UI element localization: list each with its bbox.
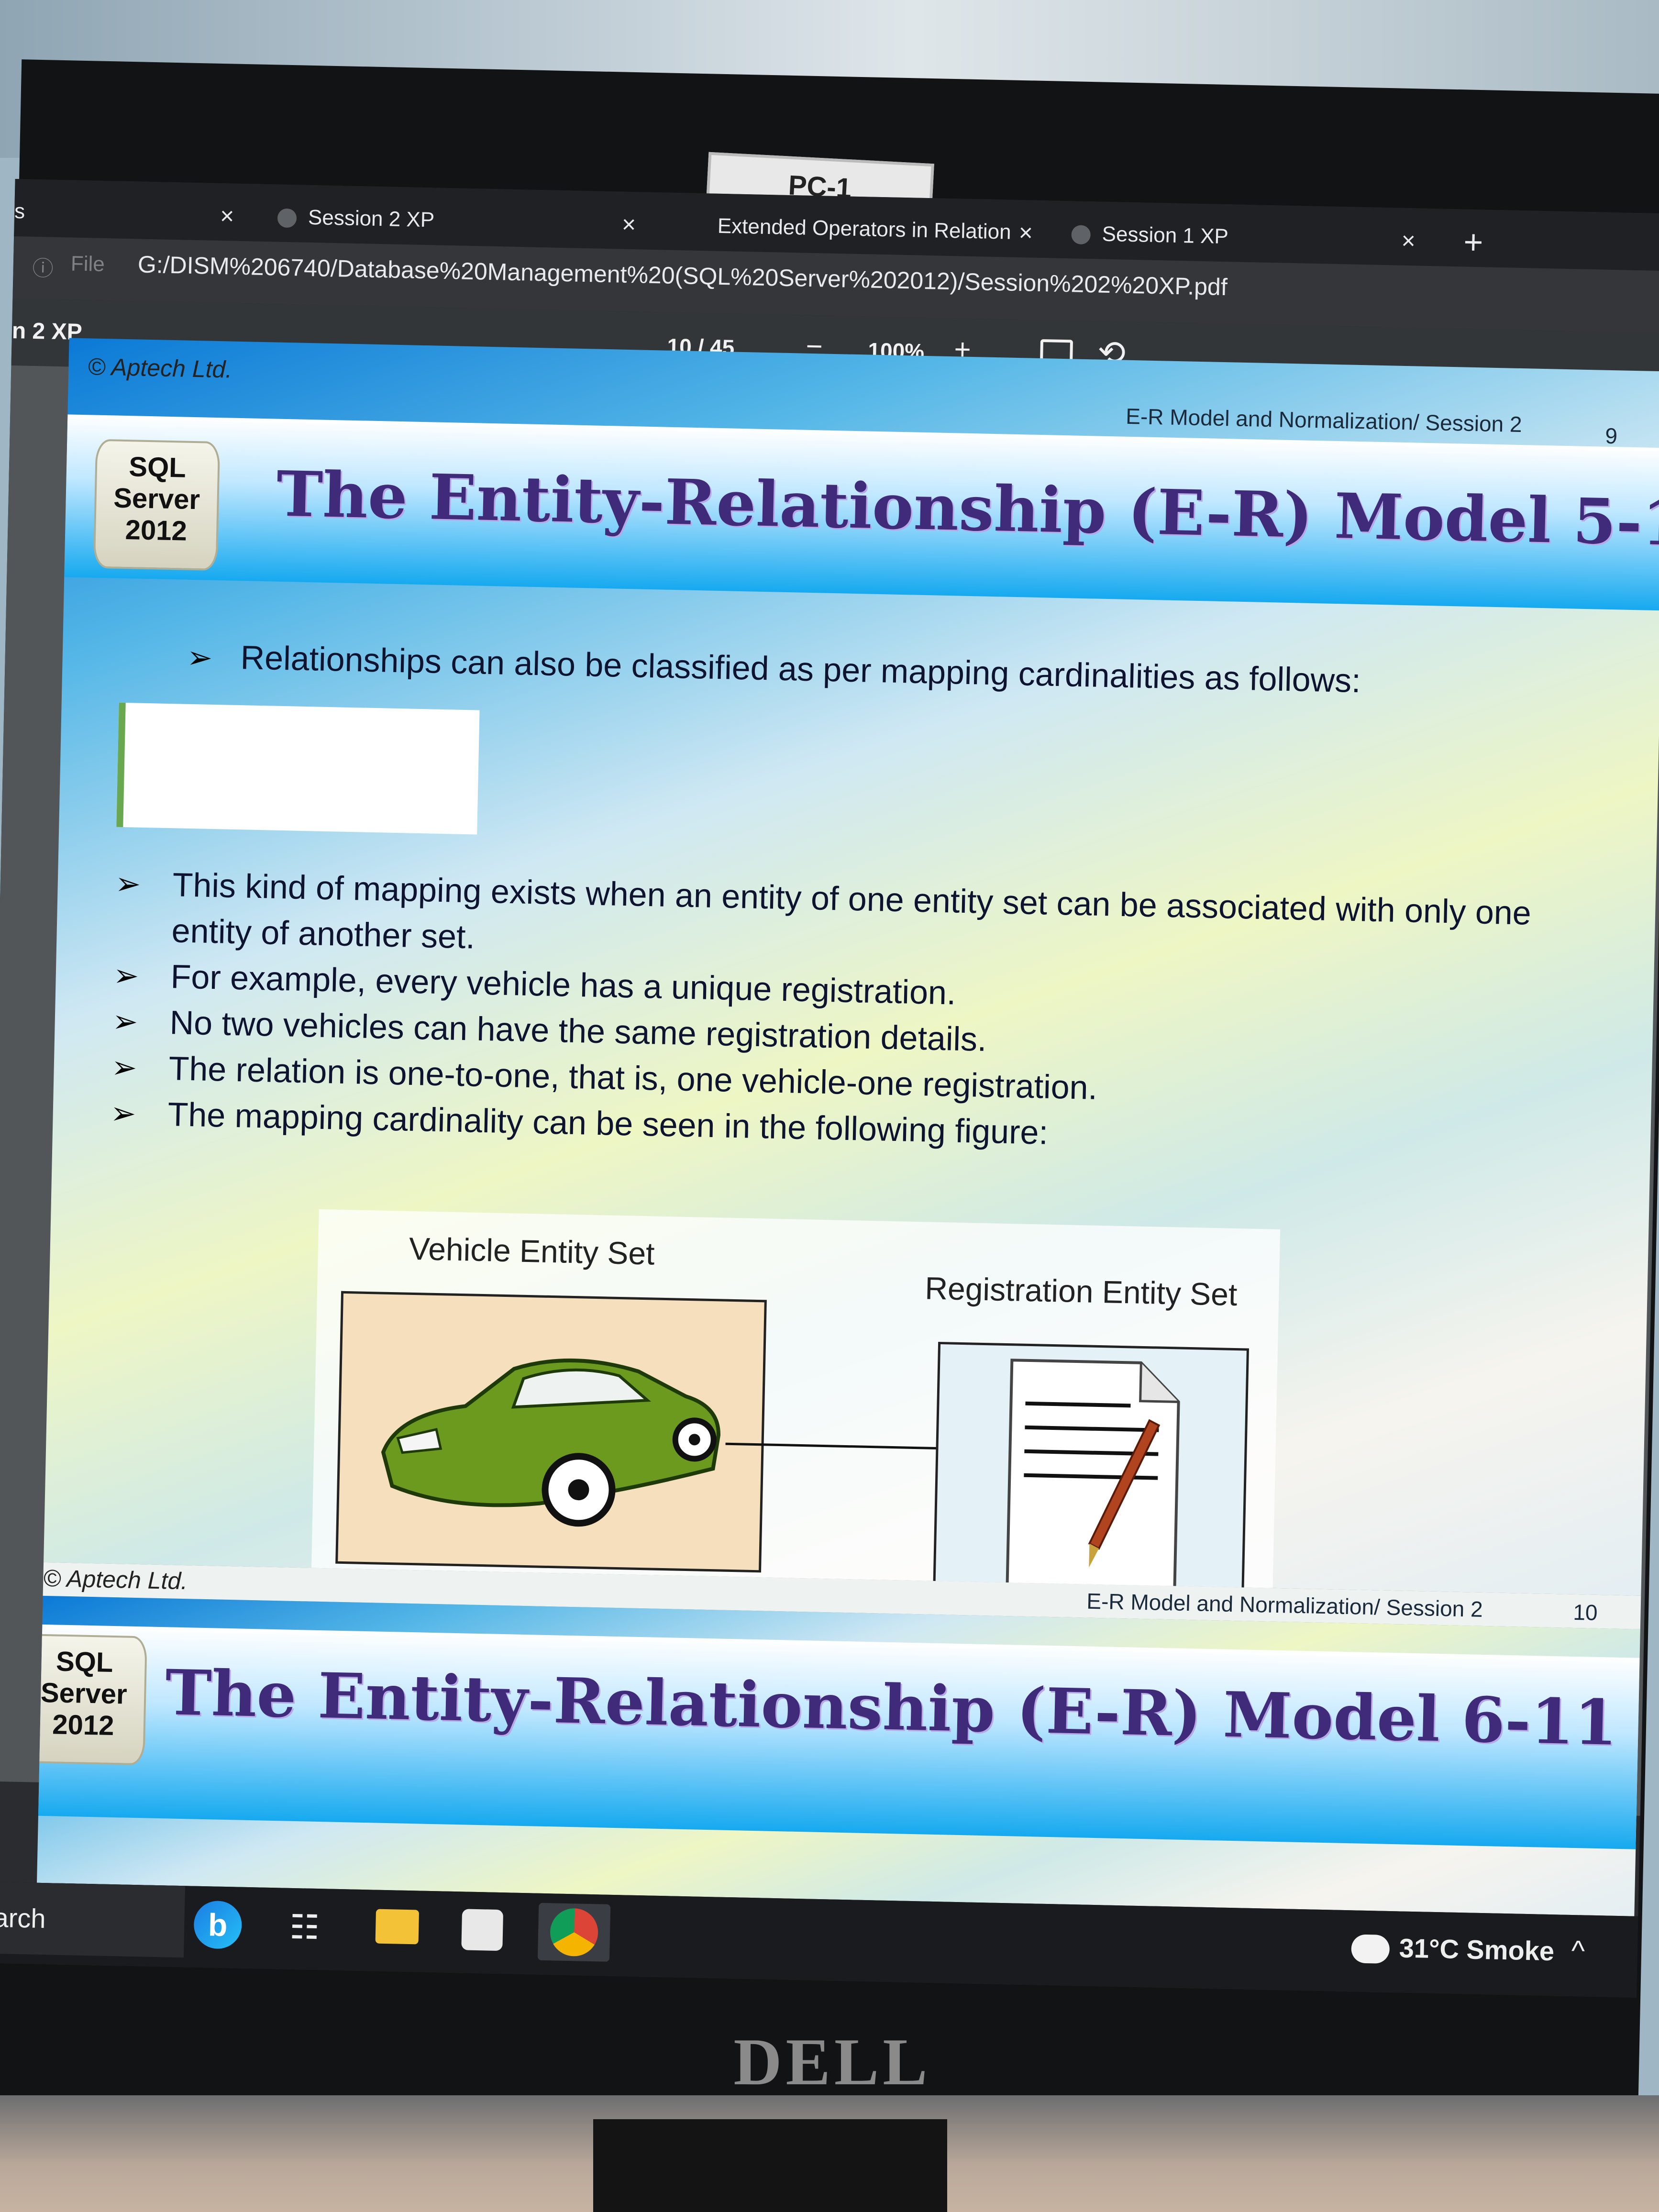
slide-footer: E-R Model and Normalization/ Session 2 [1125, 403, 1523, 437]
tab-close-icon[interactable]: × [1401, 217, 1416, 265]
tab-partial[interactable]: s [14, 188, 25, 235]
intro-text: Relationships can also be classified as … [240, 639, 1361, 700]
scheme-label: File [70, 252, 105, 276]
slide-page-9: © Aptech Ltd. E-R Model and Normalizatio… [44, 338, 1659, 1596]
arrow-bullet-icon: ➢ [110, 1095, 137, 1131]
tab-close-icon[interactable]: × [220, 192, 234, 240]
registration-entity-box [932, 1341, 1249, 1596]
pdf-viewport[interactable]: © Aptech Ltd. E-R Model and Normalizatio… [0, 338, 1659, 1916]
sql-server-logo: SQL Server 2012 [37, 1634, 147, 1766]
tab-extended-operators[interactable]: Extended Operators in Relation [717, 202, 1012, 256]
task-view-icon[interactable]: ☷ [289, 1907, 320, 1947]
url-field[interactable]: G:/DISM%206740/Database%20Management%20(… [137, 250, 1228, 301]
slide-page-number: 9 [1604, 423, 1618, 449]
dell-logo: DELL [733, 2025, 931, 2099]
taskbar-search-box[interactable]: earch [0, 1881, 185, 1958]
weather-text[interactable]: 31°C Smoke [1399, 1932, 1555, 1967]
arrow-bullet-icon: ➢ [111, 1050, 138, 1085]
logo-line: 2012 [125, 514, 188, 547]
info-icon[interactable]: ⓘ [32, 251, 54, 282]
weather-cloud-icon[interactable] [1351, 1934, 1390, 1964]
tab-close-icon[interactable]: × [621, 200, 636, 249]
tab-label: s [14, 199, 25, 223]
logo-line: SQL [128, 451, 187, 484]
slide-page-10: © Aptech Ltd. SQL Server 2012 The Entity… [37, 1595, 1640, 1916]
sql-server-logo: SQL Server 2012 [93, 439, 221, 571]
logo-line: Server [40, 1677, 128, 1710]
slide-footer: E-R Model and Normalization/ Session 2 [1086, 1588, 1483, 1622]
file-explorer-icon[interactable] [375, 1909, 420, 1945]
arrow-bullet-icon: ➢ [112, 1004, 139, 1039]
monitor-screen: s × Session 2 XP × Extended Operators in… [0, 179, 1659, 1998]
monitor-stand [593, 2119, 947, 2212]
vehicle-entity-box [335, 1291, 767, 1573]
vehicle-set-label: Vehicle Entity Set [409, 1230, 655, 1272]
arrow-bullet-icon: ➢ [187, 640, 213, 675]
blank-label-box [116, 702, 480, 835]
tab-session-2-xp[interactable]: Session 2 XP [277, 193, 435, 244]
store-icon[interactable] [461, 1909, 504, 1951]
car-icon [381, 1358, 720, 1527]
copyright-text: © Aptech Ltd. [43, 1564, 188, 1595]
globe-icon [277, 208, 297, 228]
tab-label: Extended Operators in Relation [717, 214, 1012, 244]
tab-label: Session 2 XP [308, 205, 435, 232]
logo-line: Server [113, 482, 200, 516]
bullet-text: This kind of mapping exists when an enti… [171, 866, 1532, 956]
logo-line: SQL [55, 1646, 114, 1678]
intro-bullet: ➢ Relationships can also be classified a… [187, 637, 1361, 700]
tab-session-1-xp[interactable]: Session 1 XP [1071, 210, 1229, 261]
new-tab-button[interactable]: + [1463, 218, 1484, 266]
bullet-list: ➢ This kind of mapping exists when an ent… [110, 861, 1574, 1167]
bing-icon[interactable]: b [193, 1900, 243, 1949]
registration-set-label: Registration Entity Set [924, 1270, 1238, 1313]
document-pen-icon [1006, 1359, 1180, 1590]
globe-icon [1071, 225, 1091, 245]
logo-line: 2012 [52, 1709, 115, 1742]
tray-chevron-icon[interactable]: ^ [1571, 1934, 1585, 1968]
mapping-figure: Vehicle Entity Set Registration Entity S… [310, 1209, 1281, 1596]
arrow-bullet-icon: ➢ [113, 958, 140, 993]
copyright-text: © Aptech Ltd. [87, 353, 232, 383]
arrow-bullet-icon: ➢ [115, 866, 142, 901]
slide-page-number: 10 [1572, 1599, 1598, 1625]
tab-close-icon[interactable]: × [1018, 209, 1033, 257]
tab-label: Session 1 XP [1102, 222, 1229, 249]
